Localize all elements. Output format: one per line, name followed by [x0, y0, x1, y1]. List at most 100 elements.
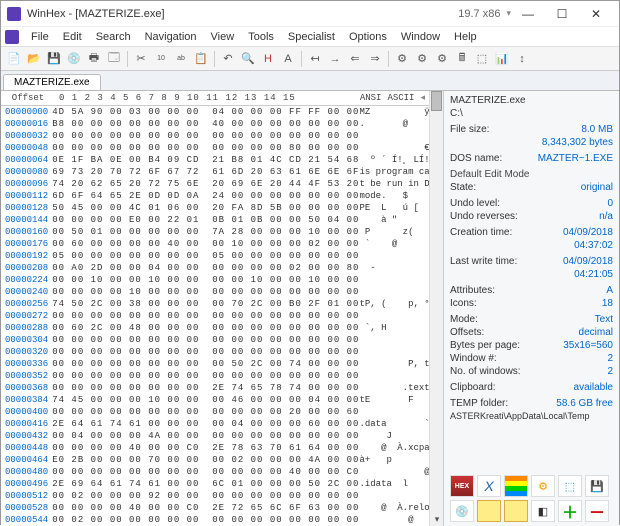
ascii-cell[interactable]: .idata l P, — [359, 478, 429, 490]
hex-cell[interactable]: 00 00 10 00 00 10 00 00 00 00 10 00 00 1… — [48, 274, 359, 286]
hex-cell[interactable]: 00 00 00 00 00 00 00 00 00 00 00 00 00 0… — [48, 130, 359, 142]
hex-cell[interactable]: 0E 1F BA 0E 00 B4 09 CD 21 B8 01 4C CD 2… — [48, 154, 359, 166]
ascii-cell[interactable] — [359, 370, 429, 382]
menu-file[interactable]: File — [25, 29, 55, 45]
hex-rows[interactable]: 000000004D 5A 90 00 03 00 00 00 04 00 00… — [1, 106, 429, 526]
collapse-icon[interactable]: ◂ — [420, 93, 425, 103]
hex-row[interactable]: 0000033600 00 00 00 00 00 00 00 00 50 2C… — [1, 358, 429, 370]
scroll-down-icon[interactable]: ▾ — [431, 514, 443, 526]
ascii-cell[interactable] — [359, 274, 429, 286]
hex-row[interactable]: 0000051200 02 00 00 00 92 00 00 00 00 00… — [1, 490, 429, 502]
hex-cell[interactable]: 00 50 01 00 00 00 00 00 7A 28 00 00 00 1… — [48, 226, 359, 238]
hex-tool-icon[interactable]: HEX — [450, 475, 474, 497]
vertical-scrollbar[interactable]: ▴ ▾ — [429, 91, 443, 526]
x-tool-icon[interactable]: X — [477, 475, 501, 497]
menu-search[interactable]: Search — [90, 29, 137, 45]
new-icon[interactable]: 📄 — [5, 50, 23, 68]
ascii-cell[interactable] — [359, 130, 429, 142]
ascii-cell[interactable]: - € — [359, 262, 429, 274]
hex-cell[interactable]: 69 73 20 70 72 6F 67 72 61 6D 20 63 61 6… — [48, 166, 359, 178]
menu-window[interactable]: Window — [395, 29, 446, 45]
hex-row[interactable]: 0000004800 00 00 00 00 00 00 00 00 00 00… — [1, 142, 429, 154]
hex-cell[interactable]: 4D 5A 90 00 03 00 00 00 04 00 00 00 FF F… — [48, 106, 359, 118]
paste-icon[interactable]: 📋 — [192, 50, 210, 68]
folder2-icon[interactable] — [504, 500, 528, 522]
hex-cell[interactable]: 00 00 00 00 00 00 00 00 00 50 2C 00 74 0… — [48, 358, 359, 370]
hex-cell[interactable]: 00 00 00 00 00 00 00 00 2E 74 65 78 74 0… — [48, 382, 359, 394]
cut-icon[interactable]: ✂ — [132, 50, 150, 68]
hex-cell[interactable]: 00 00 00 00 00 00 00 00 00 00 00 00 00 0… — [48, 334, 359, 346]
ascii-cell[interactable]: @ À.xcpad — [359, 442, 429, 454]
ascii-cell[interactable] — [359, 346, 429, 358]
find-icon[interactable]: 🔍 — [239, 50, 257, 68]
ascii-cell[interactable]: is program canno — [359, 166, 429, 178]
ascii-cell[interactable] — [359, 286, 429, 298]
hex-row[interactable]: 0000052800 00 00 00 40 00 00 C0 2E 72 65… — [1, 502, 429, 514]
hex-row[interactable]: 0000017600 60 00 00 00 00 40 00 00 10 00… — [1, 238, 429, 250]
menu-help[interactable]: Help — [448, 29, 483, 45]
hex-row[interactable]: 0000038474 45 00 00 00 10 00 00 00 46 00… — [1, 394, 429, 406]
hex-row[interactable]: 0000043200 04 00 00 00 4A 00 00 00 00 00… — [1, 430, 429, 442]
ascii-cell[interactable]: @ À.reloc — [359, 502, 429, 514]
hex-row[interactable]: 0000028800 60 2C 00 48 00 00 00 00 00 00… — [1, 322, 429, 334]
hex-cell[interactable]: 74 50 2C 00 38 00 00 00 00 70 2C 00 B0 2… — [48, 298, 359, 310]
flow-icon[interactable]: ⬚ — [558, 475, 582, 497]
hex-row[interactable]: 0000044800 00 00 00 40 00 00 C0 2E 78 63… — [1, 442, 429, 454]
ascii-cell[interactable]: @ À — [359, 466, 429, 478]
scrollbar-thumb[interactable] — [431, 91, 442, 111]
hex-cell[interactable]: 00 00 00 00 00 00 00 00 00 00 00 00 00 0… — [48, 310, 359, 322]
goto-first-icon[interactable]: ↤ — [306, 50, 324, 68]
hex-row[interactable]: 0000014400 00 00 00 E0 00 22 01 0B 01 0B… — [1, 214, 429, 226]
hex-cell[interactable]: 00 04 00 00 00 4A 00 00 00 00 00 00 00 0… — [48, 430, 359, 442]
hex-row[interactable]: 0000036800 00 00 00 00 00 00 00 2E 74 65… — [1, 382, 429, 394]
hex-cell[interactable]: 2E 69 64 61 74 61 00 00 6C 01 00 00 00 5… — [48, 478, 359, 490]
hex-cell[interactable]: 74 20 62 65 20 72 75 6E 20 69 6E 20 44 4… — [48, 178, 359, 190]
hex-cell[interactable]: 00 60 2C 00 48 00 00 00 00 00 00 00 00 0… — [48, 322, 359, 334]
disk-icon[interactable]: 💿 — [65, 50, 83, 68]
hex-cell[interactable]: 00 02 00 00 00 92 00 00 00 00 00 00 00 0… — [48, 490, 359, 502]
ascii-cell[interactable]: @ — [359, 514, 429, 526]
ascii-cell[interactable]: tE F — [359, 394, 429, 406]
ascii-cell[interactable]: . @ — [359, 118, 429, 130]
hex-row[interactable]: 000000004D 5A 90 00 03 00 00 00 04 00 00… — [1, 106, 429, 118]
minus-icon[interactable]: － — [585, 500, 609, 522]
ascii-cell[interactable]: tP, ( p, °/ — [359, 298, 429, 310]
folder-icon[interactable] — [477, 500, 501, 522]
hex-cell[interactable]: 00 00 00 00 00 00 00 00 00 00 00 00 00 0… — [48, 370, 359, 382]
hex-row[interactable]: 000001126D 6F 64 65 2E 0D 0D 0A 24 00 00… — [1, 190, 429, 202]
save-icon[interactable]: 💾 — [45, 50, 63, 68]
nav-back-icon[interactable]: ⇐ — [346, 50, 364, 68]
ascii-cell[interactable]: .data ` — [359, 418, 429, 430]
hex-cell[interactable]: 50 45 00 00 4C 01 06 00 20 FA 8D 5B 00 0… — [48, 202, 359, 214]
ascii-cell[interactable]: mode. $ — [359, 190, 429, 202]
ascii-cell[interactable]: à " P — [359, 214, 429, 226]
hex-cell[interactable]: 00 00 00 00 00 00 00 00 00 00 00 00 00 0… — [48, 346, 359, 358]
ascii-cell[interactable] — [359, 334, 429, 346]
close-button[interactable]: ✕ — [579, 3, 613, 25]
maximize-button[interactable]: ☐ — [545, 3, 579, 25]
ascii-cell[interactable] — [359, 250, 429, 262]
hex-row[interactable]: 0000030400 00 00 00 00 00 00 00 00 00 00… — [1, 334, 429, 346]
hex-row[interactable]: 00000016B8 00 00 00 00 00 00 00 40 00 00… — [1, 118, 429, 130]
minimize-button[interactable]: — — [511, 3, 545, 25]
plus-icon[interactable]: ＋ — [558, 500, 582, 522]
hex-cell[interactable]: E0 2B 00 00 00 70 00 00 00 02 00 00 00 4… — [48, 454, 359, 466]
menu-options[interactable]: Options — [343, 29, 393, 45]
hex-row[interactable]: 0000019205 00 00 00 00 00 00 00 05 00 00… — [1, 250, 429, 262]
properties-icon[interactable]: 🗔 — [105, 50, 123, 68]
calc-icon[interactable]: 🖩 — [453, 50, 471, 68]
hex-row[interactable]: 000004962E 69 64 61 74 61 00 00 6C 01 00… — [1, 478, 429, 490]
undo-icon[interactable]: ↶ — [219, 50, 237, 68]
ascii-cell[interactable]: MZ ÿÿ — [359, 106, 429, 118]
hex-row[interactable]: 0000012850 45 00 00 4C 01 06 00 20 FA 8D… — [1, 202, 429, 214]
ascii-cell[interactable]: J — [359, 430, 429, 442]
copy-hex-icon[interactable]: 10 — [152, 50, 170, 68]
menu-navigation[interactable]: Navigation — [139, 29, 203, 45]
hex-cell[interactable]: 00 A0 2D 00 00 04 00 00 00 00 00 00 02 0… — [48, 262, 359, 274]
ascii-cell[interactable] — [359, 490, 429, 502]
hex-cell[interactable]: 00 60 00 00 00 00 40 00 00 10 00 00 00 0… — [48, 238, 359, 250]
bars-tool-icon[interactable] — [504, 475, 528, 497]
ascii-cell[interactable] — [359, 310, 429, 322]
hex-row[interactable]: 0000022400 00 10 00 00 10 00 00 00 00 10… — [1, 274, 429, 286]
menu-view[interactable]: View — [205, 29, 241, 45]
